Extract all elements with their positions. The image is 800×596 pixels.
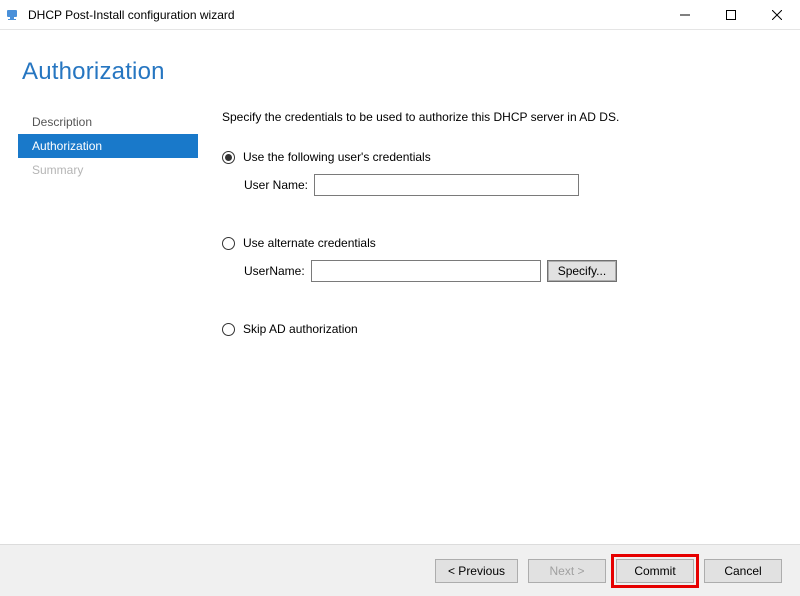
- radio-label-skip: Skip AD authorization: [243, 322, 358, 336]
- field-row-username-1: User Name:: [222, 174, 768, 196]
- wizard-footer: < Previous Next > Commit Cancel: [0, 544, 800, 596]
- sidebar-item-authorization[interactable]: Authorization: [18, 134, 198, 158]
- username-input-2[interactable]: [311, 260, 541, 282]
- previous-button[interactable]: < Previous: [435, 559, 518, 583]
- radio-alternate[interactable]: [222, 237, 235, 250]
- field-row-username-2: UserName: Specify...: [222, 260, 768, 282]
- cancel-button[interactable]: Cancel: [704, 559, 782, 583]
- username-input-1[interactable]: [314, 174, 579, 196]
- wizard-sidebar: Description Authorization Summary: [18, 104, 198, 544]
- wizard-body: Description Authorization Summary Specif…: [0, 104, 800, 544]
- page-title: Authorization: [22, 58, 800, 86]
- next-button: Next >: [528, 559, 606, 583]
- page-header: Authorization: [0, 30, 800, 104]
- wizard-content: Specify the credentials to be used to au…: [198, 104, 778, 544]
- window-controls: [662, 0, 800, 29]
- radio-skip[interactable]: [222, 323, 235, 336]
- commit-button[interactable]: Commit: [616, 559, 694, 583]
- specify-button[interactable]: Specify...: [547, 260, 617, 282]
- option-use-following: Use the following user's credentials Use…: [222, 150, 768, 196]
- radio-use-following[interactable]: [222, 151, 235, 164]
- radio-label-alternate: Use alternate credentials: [243, 236, 376, 250]
- maximize-button[interactable]: [708, 0, 754, 29]
- window-title: DHCP Post-Install configuration wizard: [28, 8, 662, 22]
- radio-row-alternate[interactable]: Use alternate credentials: [222, 236, 768, 250]
- close-button[interactable]: [754, 0, 800, 29]
- minimize-button[interactable]: [662, 0, 708, 29]
- sidebar-item-description[interactable]: Description: [18, 110, 198, 134]
- username-label-1: User Name:: [244, 178, 308, 192]
- username-label-2: UserName:: [244, 264, 305, 278]
- option-alternate-credentials: Use alternate credentials UserName: Spec…: [222, 236, 768, 282]
- instruction-text: Specify the credentials to be used to au…: [222, 110, 768, 124]
- radio-row-skip[interactable]: Skip AD authorization: [222, 322, 768, 336]
- radio-row-use-following[interactable]: Use the following user's credentials: [222, 150, 768, 164]
- radio-label-use-following: Use the following user's credentials: [243, 150, 431, 164]
- dhcp-app-icon: [6, 7, 22, 23]
- option-skip-ad: Skip AD authorization: [222, 322, 768, 336]
- titlebar: DHCP Post-Install configuration wizard: [0, 0, 800, 30]
- sidebar-item-summary: Summary: [18, 158, 198, 182]
